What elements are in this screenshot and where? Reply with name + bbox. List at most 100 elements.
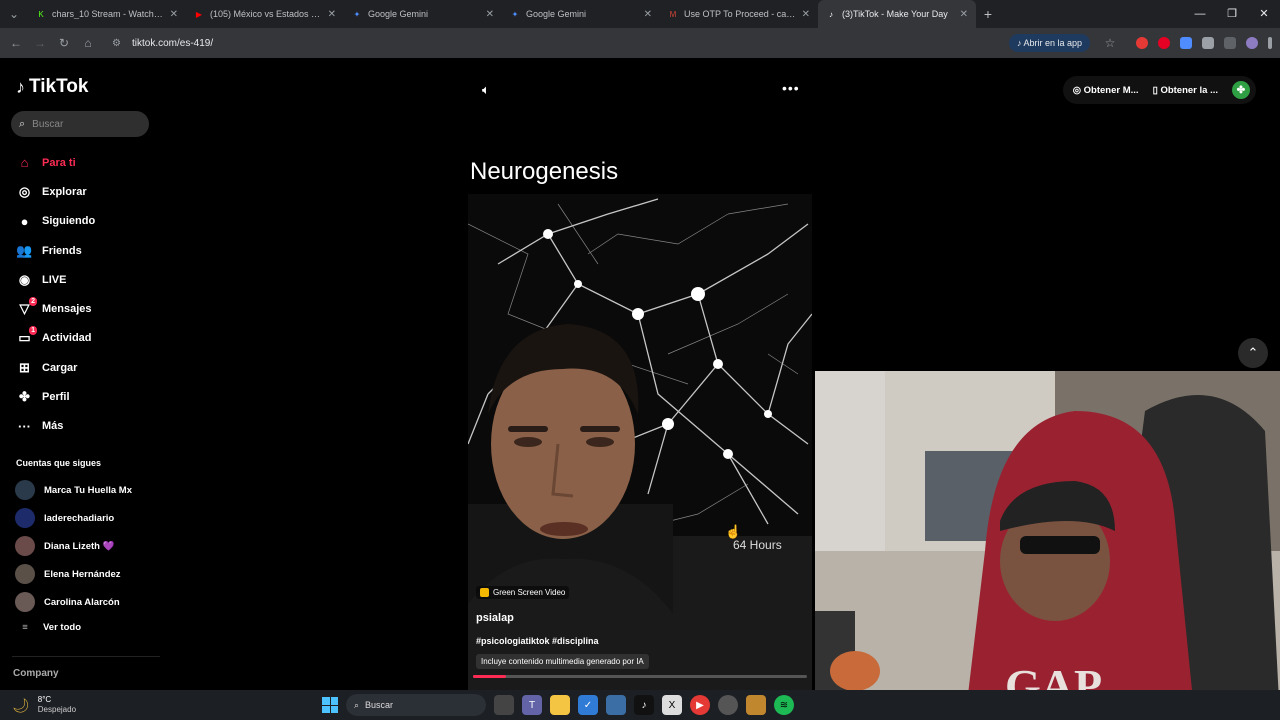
nav-glyph: 👥: [16, 242, 33, 258]
sidebar-item[interactable]: 👥 Friends: [15, 236, 95, 265]
tab-close-icon[interactable]: ✕: [802, 9, 810, 20]
reading-list-icon[interactable]: [1224, 37, 1236, 49]
browser-tab[interactable]: Kchars_10 Stream - Watch Live o ✕: [28, 0, 186, 28]
video-progress-bar[interactable]: [473, 675, 807, 678]
following-account[interactable]: Elena Hernández: [15, 560, 132, 588]
chrome-icon[interactable]: [718, 695, 738, 715]
sidebar-item[interactable]: ▭ 1 Actividad: [15, 324, 95, 353]
browser-menu-icon[interactable]: [1268, 37, 1272, 49]
account-name: laderechadiario: [44, 512, 115, 524]
account-avatar: [15, 536, 35, 556]
search-input[interactable]: ⌕ Buscar: [11, 111, 149, 137]
sidebar-item[interactable]: ◉ LIVE: [15, 265, 95, 294]
taskbar-search[interactable]: ⌕ Buscar: [346, 694, 486, 716]
site-info-icon[interactable]: ⚙: [112, 38, 126, 49]
home-button[interactable]: ⌂: [76, 36, 100, 50]
weather-widget[interactable]: 🌙︎ 8°C Despejado: [0, 695, 76, 715]
tab-search-button[interactable]: ⌄: [0, 7, 28, 21]
browser-tab[interactable]: ♪ (3)TikTok - Make Your Day ✕: [818, 0, 976, 28]
tab-close-icon[interactable]: ✕: [644, 9, 652, 20]
sidebar-item[interactable]: ⊞ Cargar: [15, 353, 95, 382]
url-text: tiktok.com/es-419/: [132, 37, 214, 49]
maximize-button[interactable]: ❐: [1216, 0, 1248, 28]
windows-start-icon[interactable]: [322, 697, 338, 713]
tab-favicon-icon: ▶: [195, 9, 203, 19]
tab-close-icon[interactable]: ✕: [960, 9, 968, 20]
open-in-app-button[interactable]: ♪ Abrir en la app: [1008, 34, 1090, 52]
weather-desc: Despejado: [37, 705, 77, 714]
following-account[interactable]: Carolina Alarcón: [15, 588, 132, 616]
sidebar-item[interactable]: ⌂ Para ti: [15, 148, 95, 177]
user-avatar[interactable]: ✤: [1232, 81, 1250, 99]
back-button[interactable]: ←: [4, 36, 28, 50]
browser-tab[interactable]: ✦ Google Gemini ✕: [502, 0, 660, 28]
tab-title: (105) México vs Estados Unido: [210, 9, 322, 19]
task-view-icon[interactable]: [494, 695, 514, 715]
tab-favicon-icon: ♪: [829, 9, 833, 19]
following-account[interactable]: Marca Tu Huella Mx: [15, 476, 132, 504]
account-avatar: [15, 480, 35, 500]
video-hashtags[interactable]: #psicologiatiktok #disciplina: [476, 636, 796, 646]
youtube-icon[interactable]: ▶: [690, 695, 710, 715]
forward-button[interactable]: →: [28, 36, 52, 50]
url-field[interactable]: ⚙ tiktok.com/es-419/: [106, 32, 1009, 54]
tiktok-logo[interactable]: ♪ TikTok: [16, 76, 88, 98]
photos-icon[interactable]: [746, 695, 766, 715]
sidebar-item[interactable]: ··· Más: [15, 412, 95, 441]
upload-icon: ⊞: [15, 358, 34, 377]
tab-close-icon[interactable]: ✕: [486, 9, 494, 20]
pinterest-icon[interactable]: [1158, 37, 1170, 49]
get-app-label: Obtener la ...: [1160, 84, 1218, 96]
browser-tab-strip: ⌄ Kchars_10 Stream - Watch Live o ✕ ▶ (105)…: [0, 0, 1280, 28]
company-link[interactable]: Company: [13, 668, 59, 679]
puzzle-icon[interactable]: [1202, 37, 1214, 49]
bookmark-star-icon[interactable]: ☆: [1098, 36, 1122, 50]
following-account[interactable]: Diana Lizeth 💜: [15, 532, 132, 560]
nav-glyph: ●: [20, 213, 29, 229]
browser-tab[interactable]: ✦ Google Gemini ✕: [344, 0, 502, 28]
minimize-button[interactable]: —: [1184, 0, 1216, 28]
tab-favicon-icon: ✦: [511, 9, 519, 19]
spotify-icon[interactable]: ≋: [774, 695, 794, 715]
list-icon: ≡: [22, 622, 28, 633]
video-player[interactable]: 7 F 64 Hours Green Screen Video psialap …: [468, 194, 812, 690]
browser-tab[interactable]: ▶ (105) México vs Estados Unido ✕: [186, 0, 344, 28]
extension-red-icon[interactable]: [1136, 37, 1148, 49]
messages-icon: ▽ 2: [15, 296, 37, 319]
sidebar-item-label: LIVE: [42, 273, 67, 286]
sidebar-item[interactable]: ✤ Perfil: [15, 382, 95, 411]
reload-button[interactable]: ↻: [52, 36, 76, 50]
get-coins-label: Obtener M...: [1083, 84, 1139, 96]
see-all-link[interactable]: ≡ Ver todo: [15, 622, 81, 633]
file-explorer-icon[interactable]: [550, 695, 570, 715]
green-screen-tag[interactable]: Green Screen Video: [476, 586, 570, 599]
todo-icon[interactable]: ✓: [578, 695, 598, 715]
get-app-button[interactable]: ▯ Obtener la ...: [1153, 85, 1218, 96]
browser-tab[interactable]: M Use OTP To Proceed - calberto ✕: [660, 0, 818, 28]
close-window-button[interactable]: ✕: [1248, 0, 1280, 28]
get-coins-button[interactable]: ◎ Obtener M...: [1073, 85, 1139, 96]
tab-close-icon[interactable]: ✕: [170, 9, 178, 20]
sidebar-item[interactable]: ● Siguiendo: [15, 207, 96, 236]
sidebar-item-label: Para ti: [42, 156, 76, 169]
calculator-icon[interactable]: [606, 695, 626, 715]
new-tab-button[interactable]: +: [976, 6, 1000, 22]
following-account[interactable]: laderechadiario: [15, 504, 132, 532]
sidebar-item[interactable]: ▽ 2 Mensajes: [15, 294, 95, 323]
weather-temp: 8°C: [37, 695, 52, 704]
tiktok-taskbar-icon[interactable]: ♪: [634, 695, 654, 715]
xbox-icon[interactable]: X: [662, 695, 682, 715]
tab-close-icon[interactable]: ✕: [328, 9, 336, 20]
sidebar-item[interactable]: ◎ Explorar: [15, 177, 95, 206]
account-name: Diana Lizeth 💜: [44, 540, 115, 552]
green-screen-icon: [480, 588, 489, 597]
profile-avatar-icon[interactable]: [1246, 37, 1258, 49]
activity-icon: ▭ 1: [15, 325, 37, 348]
more-options-icon[interactable]: •••: [782, 80, 800, 96]
tab-title: chars_10 Stream - Watch Live o: [52, 9, 164, 19]
teams-icon[interactable]: T: [522, 695, 542, 715]
scroll-up-button[interactable]: ⌃: [1238, 338, 1268, 368]
translate-icon[interactable]: [1180, 37, 1192, 49]
volume-icon[interactable]: 🔈︎: [482, 82, 490, 98]
video-author[interactable]: psialap: [476, 612, 796, 624]
